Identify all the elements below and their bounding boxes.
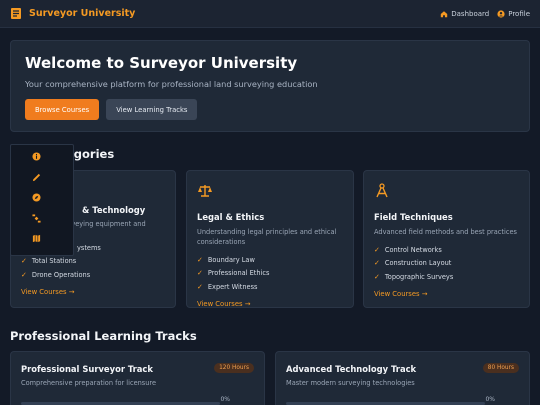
nav-profile-label: Profile — [508, 9, 530, 18]
nav-profile[interactable]: Profile — [497, 10, 530, 18]
hours-badge: 80 Hours — [482, 363, 519, 373]
list-item: ✓ Expert Witness — [197, 282, 258, 291]
category-card-legal[interactable]: Legal & Ethics Understanding legal princ… — [186, 170, 354, 308]
hero-subtitle: Your comprehensive platform for professi… — [25, 79, 318, 89]
nav-dashboard[interactable]: Dashboard — [440, 10, 489, 18]
info-icon — [32, 152, 41, 161]
list-item: ✓ Topographic Surveys — [374, 272, 454, 281]
browse-courses-button[interactable]: Browse Courses — [25, 99, 100, 120]
category-title: Field Techniques — [374, 212, 453, 222]
list-item: ✓ Construction Layout — [374, 259, 452, 268]
hours-badge: 120 Hours — [214, 363, 254, 373]
satellite-icon — [32, 213, 41, 223]
check-icon: ✓ — [197, 255, 203, 264]
view-learning-tracks-button[interactable]: View Learning Tracks — [106, 99, 198, 120]
category-title: Legal & Ethics — [197, 212, 265, 222]
list-item: ✓ Professional Ethics — [197, 269, 270, 278]
hero-banner: Welcome to Surveyor University Your comp… — [10, 40, 530, 132]
side-menu-item-info[interactable] — [32, 152, 42, 162]
list-item: ✓ Control Networks — [374, 245, 442, 254]
track-description: Comprehensive preparation for licensure — [21, 379, 157, 387]
check-icon: ✓ — [21, 257, 27, 266]
brand-name[interactable]: Surveyor University — [29, 8, 135, 19]
pencil-icon — [32, 173, 41, 181]
list-item: ✓ Boundary Law — [197, 255, 255, 264]
home-icon — [441, 10, 448, 17]
hero-title: Welcome to Surveyor University — [25, 54, 298, 72]
check-icon: ✓ — [21, 270, 27, 279]
view-courses-link[interactable]: View Courses → — [374, 290, 519, 298]
check-icon: ✓ — [374, 245, 380, 254]
logo-icon[interactable] — [10, 7, 22, 20]
side-popup-menu — [10, 144, 74, 256]
top-navbar: Surveyor University Dashboard Profile — [0, 0, 540, 28]
view-courses-link[interactable]: View Courses → — [21, 288, 165, 296]
user-icon — [497, 9, 505, 18]
compass-icon — [32, 193, 41, 202]
compass-icon — [376, 183, 388, 198]
nav-dashboard-label: Dashboard — [451, 9, 490, 18]
view-courses-link[interactable]: View Courses → — [197, 300, 343, 308]
track-card-technology[interactable]: Advanced Technology Track Master modern … — [275, 351, 530, 405]
check-icon: ✓ — [374, 259, 380, 268]
category-card-field[interactable]: Field Techniques Advanced field methods … — [363, 170, 530, 308]
category-description: Advanced field methods and best practice… — [374, 228, 517, 236]
side-menu-item-map[interactable] — [32, 234, 42, 244]
progress-label: 0% — [220, 396, 230, 403]
map-icon — [32, 234, 41, 243]
tracks-section-title: Professional Learning Tracks — [10, 329, 197, 343]
scale-icon — [198, 185, 212, 197]
top-nav: Dashboard Profile — [440, 10, 530, 18]
progress-label: 0% — [485, 396, 495, 403]
side-menu-item-navigate[interactable] — [32, 193, 42, 203]
check-icon: ✓ — [197, 282, 203, 291]
list-item: ✓ Total Stations — [21, 257, 77, 266]
category-description: Understanding legal principles and ethic… — [197, 228, 337, 246]
side-menu-item-edit[interactable] — [32, 173, 42, 183]
track-description: Master modern surveying technologies — [286, 379, 415, 387]
track-card-professional[interactable]: Professional Surveyor Track Comprehensiv… — [10, 351, 265, 405]
list-item: ✓ Drone Operations — [21, 270, 91, 279]
side-menu-item-satellite[interactable] — [32, 213, 42, 224]
check-icon: ✓ — [197, 269, 203, 278]
check-icon: ✓ — [374, 272, 380, 281]
